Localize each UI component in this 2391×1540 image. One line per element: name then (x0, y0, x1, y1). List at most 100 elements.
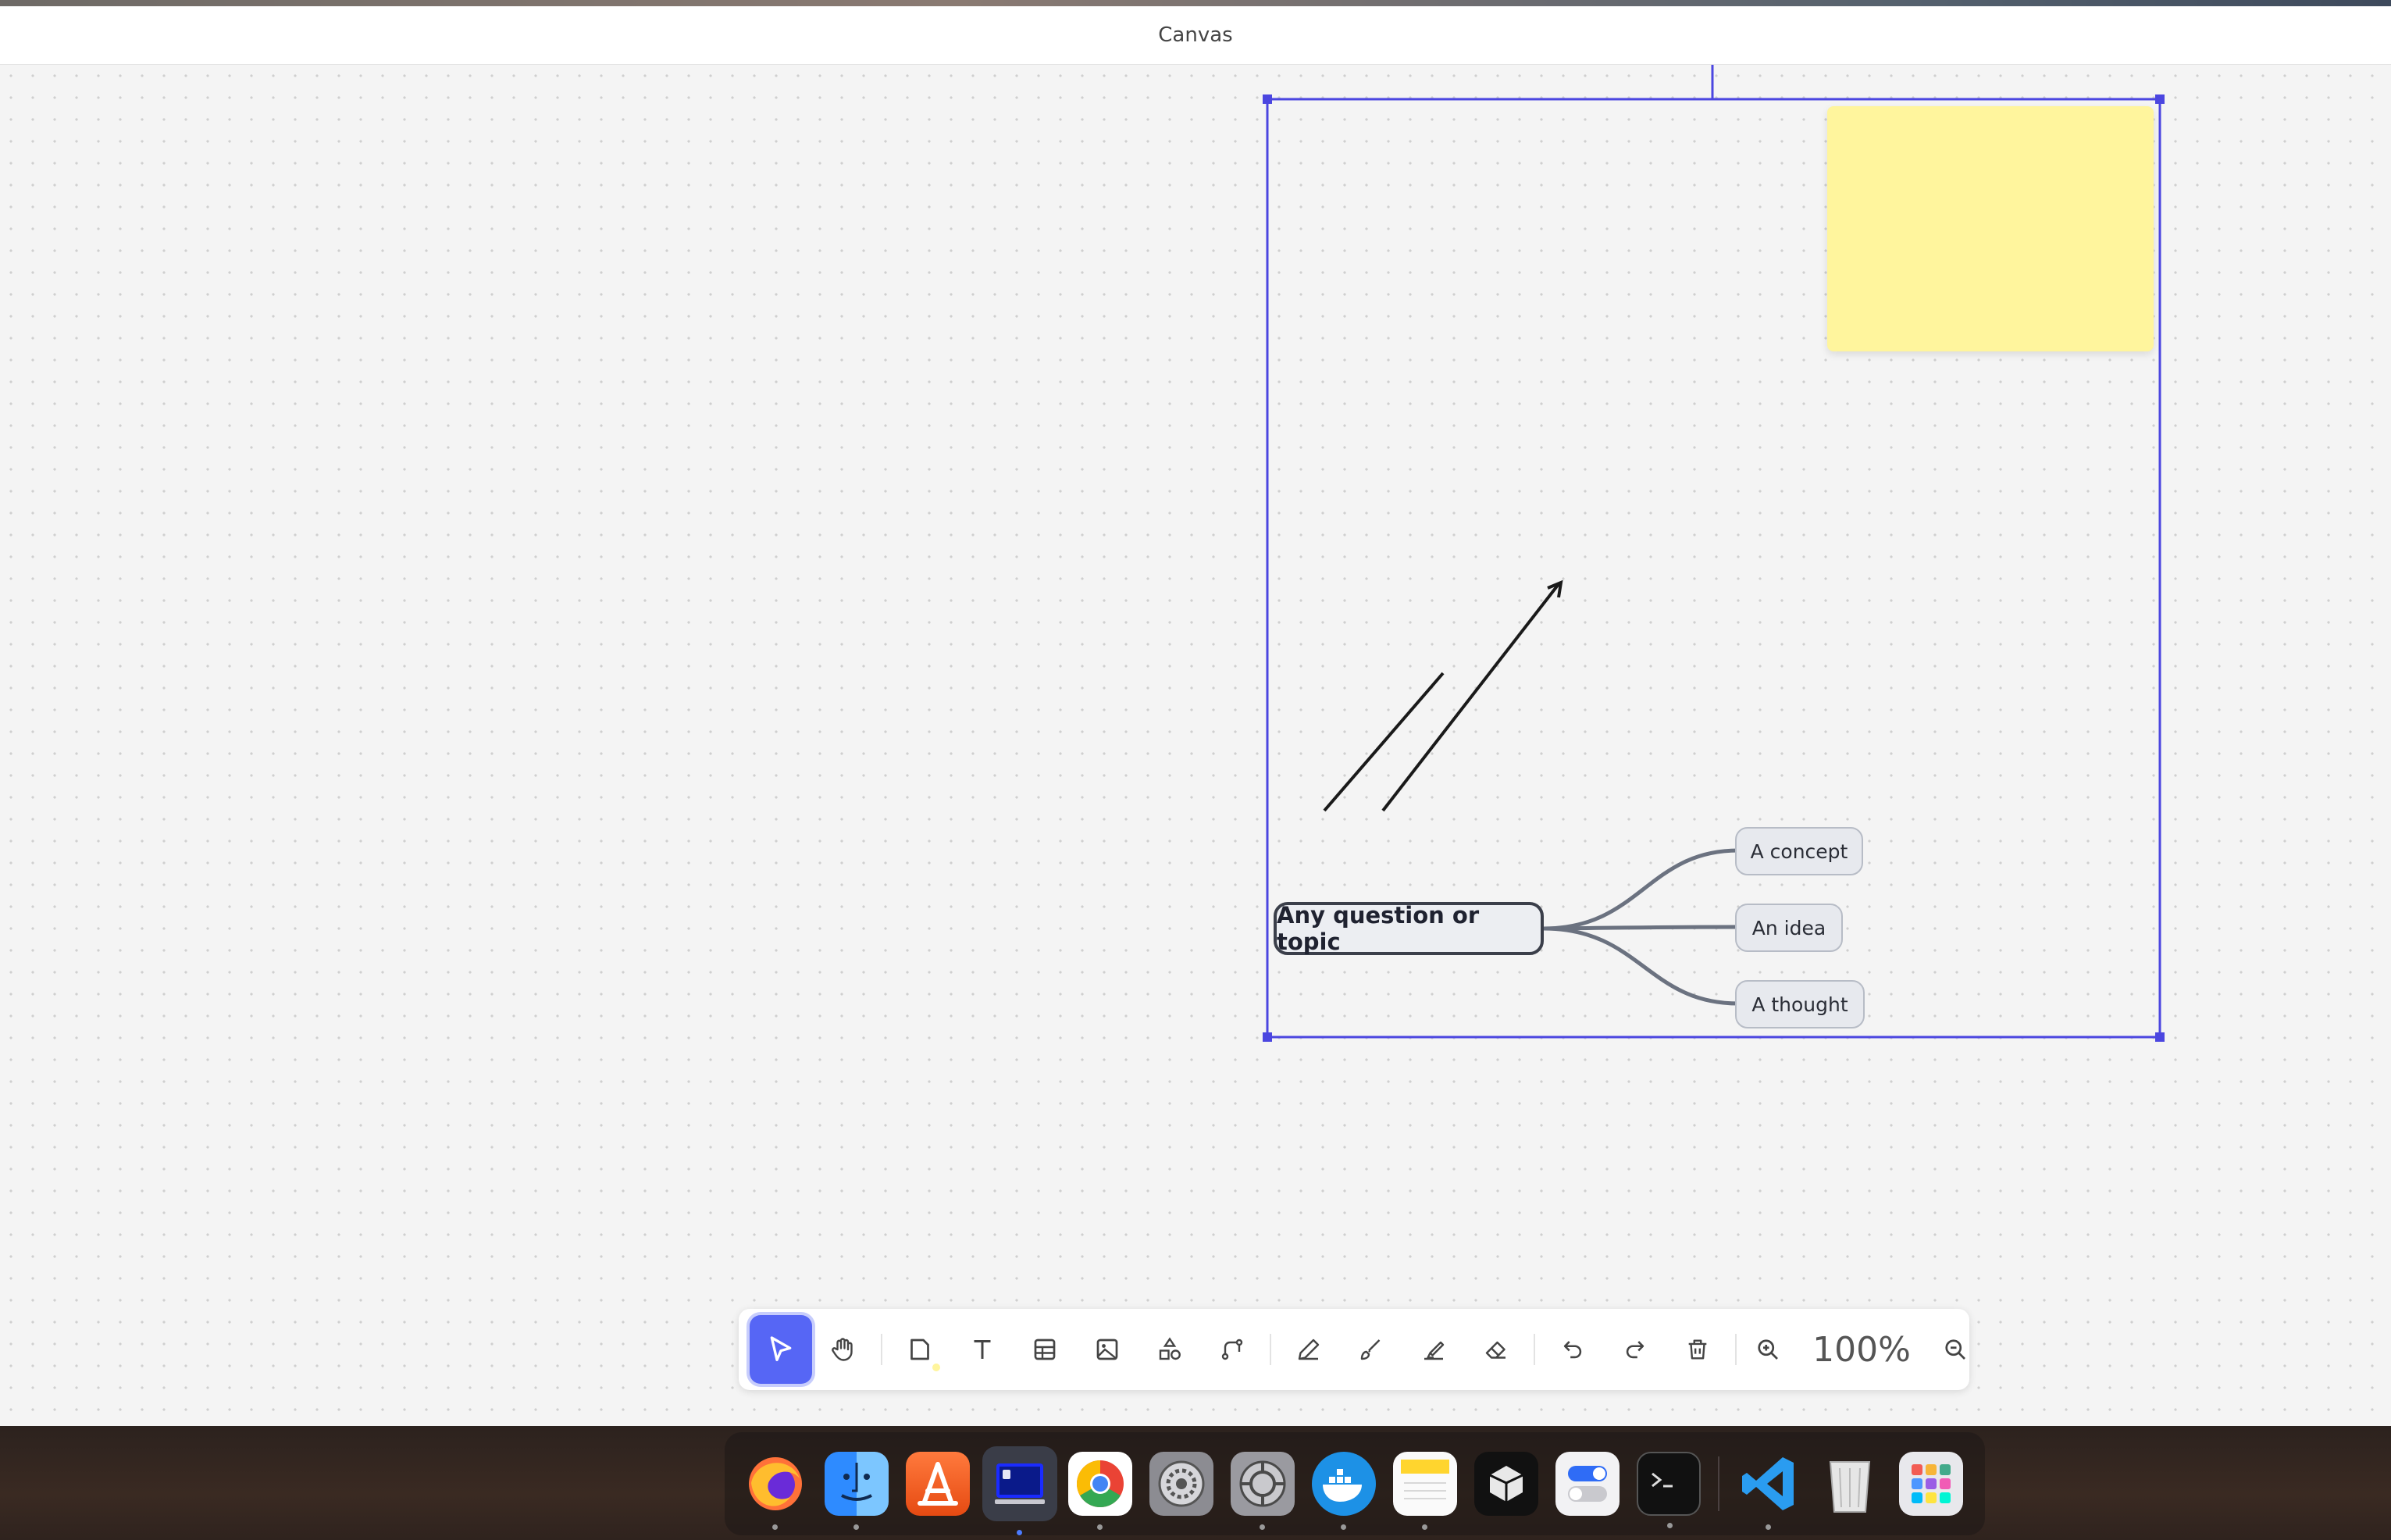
toolbar-divider (1534, 1334, 1535, 1365)
canvas[interactable]: Any question or topic A concept An idea … (0, 65, 2391, 1426)
select-tool-button[interactable] (750, 1315, 812, 1384)
pen-tool-button[interactable] (1277, 1315, 1340, 1384)
resize-handle-top-right[interactable] (2155, 94, 2165, 104)
shapes-tool-button[interactable] (1138, 1315, 1201, 1384)
dock-canvas-app[interactable] (982, 1446, 1057, 1535)
dock-chrome[interactable] (1068, 1452, 1132, 1530)
zoom-out-button[interactable] (1930, 1315, 1980, 1384)
eraser-icon (1485, 1341, 1506, 1359)
resize-handle-top-left[interactable] (1263, 94, 1272, 104)
text-icon (974, 1340, 991, 1359)
dock-toggles[interactable] (1555, 1452, 1620, 1516)
dock-docker[interactable] (1312, 1452, 1376, 1530)
connector-tool-button[interactable] (1201, 1315, 1263, 1384)
hand-icon (832, 1338, 853, 1361)
note-icon (910, 1339, 929, 1360)
dock-divider (1718, 1456, 1719, 1511)
pen-icon (1298, 1339, 1320, 1360)
mindmap-connector-idea (1543, 925, 1739, 931)
canvas-app-icon (995, 1463, 1045, 1504)
title-bar: Canvas (0, 6, 2391, 65)
eraser-tool-button[interactable] (1465, 1315, 1527, 1384)
drawn-arrow[interactable] (1381, 583, 1560, 812)
finder-icon (841, 1463, 872, 1501)
highlighter-tool-button[interactable] (1402, 1315, 1465, 1384)
dock-indicator (1097, 1524, 1103, 1530)
undo-icon (1563, 1341, 1582, 1359)
vscode-icon (1742, 1457, 1794, 1510)
mindmap-connector-concept (1543, 848, 1739, 931)
dock-terminal[interactable] (1637, 1452, 1701, 1528)
dock (725, 1432, 1985, 1535)
drawn-line[interactable] (1323, 672, 1445, 812)
dock-indicator (1667, 1523, 1673, 1528)
firefox-icon (749, 1457, 802, 1510)
table-icon (1034, 1339, 1056, 1360)
zoom-out-icon (1945, 1339, 1965, 1360)
dock-firefox[interactable] (743, 1452, 807, 1530)
zoom-level: 100% (1812, 1329, 1911, 1370)
zoom-in-icon (1758, 1339, 1778, 1360)
brush-icon (1360, 1339, 1381, 1360)
zoom-in-button[interactable] (1743, 1315, 1793, 1384)
dock-cube[interactable] (1474, 1452, 1538, 1516)
resize-handle-bottom-right[interactable] (2155, 1032, 2165, 1042)
cube-icon (1489, 1466, 1523, 1502)
dock-appstore[interactable] (906, 1452, 970, 1516)
window-top-strip (0, 0, 2391, 6)
toggles-icon (1568, 1466, 1607, 1502)
pointer-icon (770, 1336, 792, 1361)
appstore-icon (918, 1462, 958, 1506)
mindmap-root-node[interactable]: Any question or topic (1274, 902, 1544, 955)
dock-notes[interactable] (1393, 1452, 1457, 1530)
note-color-dot (932, 1364, 940, 1371)
image-tool-button[interactable] (1076, 1315, 1138, 1384)
preferences-icon (1239, 1460, 1286, 1507)
dock-launchpad[interactable] (1899, 1452, 1963, 1516)
dock-area (0, 1426, 2391, 1540)
mindmap-connector-thought (1543, 926, 1739, 1006)
brush-tool-button[interactable] (1340, 1315, 1402, 1384)
connector-icon (1221, 1339, 1243, 1360)
docker-icon (1323, 1469, 1362, 1502)
dock-indicator (1341, 1524, 1346, 1530)
trash-icon (1688, 1339, 1707, 1360)
window-title: Canvas (1158, 23, 1233, 47)
redo-button[interactable] (1604, 1315, 1666, 1384)
trash-can-icon (1829, 1461, 1871, 1513)
text-tool-button[interactable] (951, 1315, 1014, 1384)
undo-button[interactable] (1541, 1315, 1604, 1384)
dock-vscode[interactable] (1737, 1452, 1801, 1530)
settings-icon (1158, 1460, 1205, 1507)
shapes-icon (1159, 1337, 1181, 1360)
chrome-icon (1076, 1460, 1124, 1508)
launchpad-icon (1912, 1464, 1951, 1503)
toolbar-divider (1735, 1334, 1737, 1365)
table-tool-button[interactable] (1014, 1315, 1076, 1384)
dock-system-settings[interactable] (1149, 1452, 1213, 1516)
mindmap-child-node[interactable]: A thought (1735, 980, 1865, 1028)
dock-finder[interactable] (825, 1452, 889, 1530)
dock-system-preferences[interactable] (1231, 1452, 1295, 1530)
bottom-toolbar: 100% (739, 1309, 1969, 1390)
dock-indicator (1017, 1530, 1022, 1535)
dock-indicator (1260, 1524, 1265, 1530)
sticky-note[interactable] (1827, 106, 2154, 351)
delete-button[interactable] (1666, 1315, 1729, 1384)
mindmap-child-node[interactable]: A concept (1735, 827, 1863, 875)
hand-tool-button[interactable] (812, 1315, 875, 1384)
highlighter-icon (1424, 1341, 1445, 1360)
redo-icon (1626, 1341, 1644, 1359)
dock-trash[interactable] (1818, 1452, 1882, 1516)
note-tool-button[interactable] (889, 1315, 951, 1384)
toolbar-divider (881, 1334, 882, 1365)
dock-indicator (772, 1524, 778, 1530)
terminal-icon (1652, 1472, 1673, 1488)
toolbar-divider (1270, 1334, 1271, 1365)
dock-indicator (853, 1524, 859, 1530)
dock-indicator (1766, 1524, 1771, 1530)
dock-indicator (1422, 1524, 1427, 1530)
mindmap-child-node[interactable]: An idea (1735, 904, 1843, 952)
image-icon (1096, 1339, 1118, 1360)
resize-handle-bottom-left[interactable] (1263, 1032, 1272, 1042)
